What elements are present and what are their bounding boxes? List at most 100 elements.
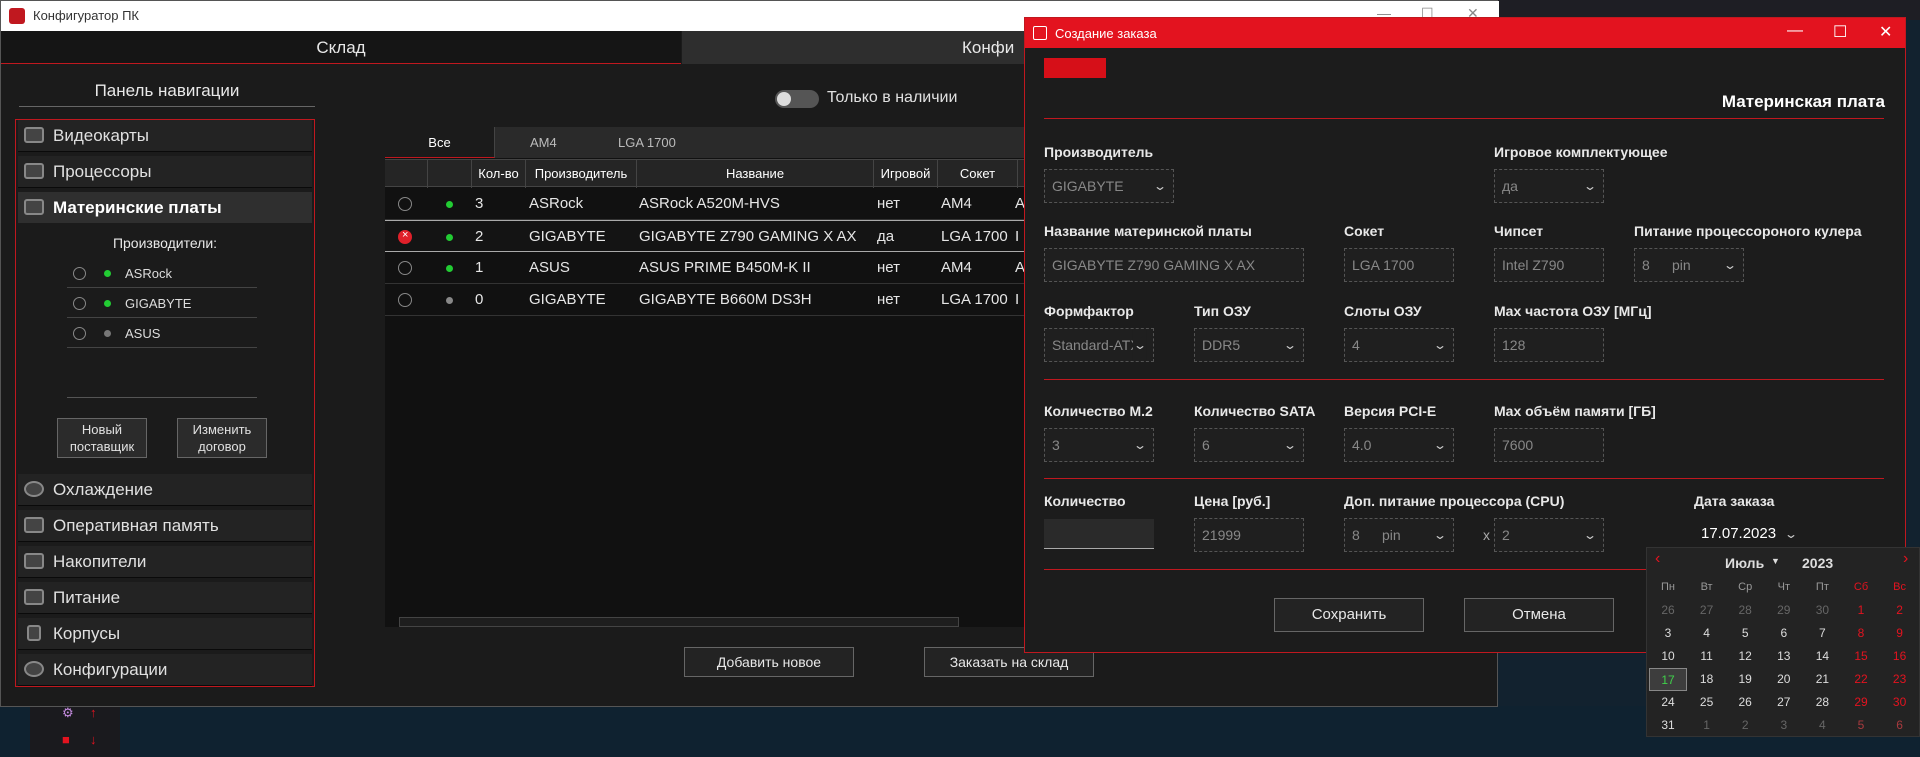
table-row[interactable]: 3 ASRock ASRock A520M-HVS нет AM4 A <box>385 188 1025 220</box>
tab-sklad[interactable]: Склад <box>1 31 681 64</box>
calendar-day[interactable]: 14 <box>1803 645 1841 668</box>
calendar-day[interactable]: 16 <box>1881 645 1919 668</box>
calendar-day[interactable]: 3 <box>1765 714 1803 737</box>
calendar-day[interactable]: 26 <box>1649 599 1687 622</box>
month-dropdown-icon[interactable]: ▼ <box>1771 556 1780 566</box>
radio-button[interactable] <box>73 297 86 310</box>
calendar-year[interactable]: 2023 <box>1802 555 1833 571</box>
calendar-day[interactable]: 9 <box>1881 622 1919 645</box>
calendar-day[interactable]: 23 <box>1881 668 1919 691</box>
calendar-day[interactable]: 15 <box>1842 645 1880 668</box>
prev-month-icon[interactable]: ‹ <box>1655 550 1660 568</box>
calendar-day[interactable]: 18 <box>1688 668 1726 691</box>
calendar-day[interactable]: 28 <box>1803 691 1841 714</box>
radio-button[interactable] <box>73 267 86 280</box>
nav-item-cooling[interactable]: Охлаждение <box>18 474 312 506</box>
form-factor-select[interactable]: Standard-ATX ⌄ <box>1044 328 1154 362</box>
calendar-day[interactable]: 13 <box>1765 645 1803 668</box>
chipset-field[interactable]: Intel Z790 <box>1494 248 1604 282</box>
filter-tab-lga1700[interactable]: LGA 1700 <box>618 127 676 158</box>
save-button[interactable]: Сохранить <box>1274 598 1424 632</box>
calendar-day[interactable]: 1 <box>1688 714 1726 737</box>
nav-item-power[interactable]: Питание <box>18 582 312 614</box>
calendar-day[interactable]: 6 <box>1765 622 1803 645</box>
cancel-button[interactable]: Отмена <box>1464 598 1614 632</box>
change-contract-button[interactable]: Изменить договор <box>177 418 267 458</box>
calendar-day[interactable]: 30 <box>1881 691 1919 714</box>
calendar-day[interactable]: 6 <box>1881 714 1919 737</box>
column-qty[interactable]: Кол-во <box>472 160 526 188</box>
board-name-field[interactable]: GIGABYTE Z790 GAMING X AX <box>1044 248 1304 282</box>
ram-slots-select[interactable]: 4 ⌄ <box>1344 328 1454 362</box>
cpu-power-select[interactable]: 8 pin ⌄ <box>1344 518 1454 552</box>
calendar-day[interactable]: 26 <box>1726 691 1764 714</box>
calendar-day[interactable]: 3 <box>1649 622 1687 645</box>
row-radio[interactable] <box>398 261 412 275</box>
calendar-month[interactable]: Июль <box>1725 555 1764 571</box>
calendar-day[interactable]: 1 <box>1842 599 1880 622</box>
manufacturer-row-gigabyte[interactable]: GIGABYTE <box>67 288 257 318</box>
calendar-day[interactable]: 10 <box>1649 645 1687 668</box>
calendar-day[interactable]: 30 <box>1803 599 1841 622</box>
manufacturer-row-asrock[interactable]: ASRock <box>67 258 257 288</box>
maximize-icon[interactable]: ☐ <box>1833 22 1847 42</box>
calendar-day[interactable]: 17 <box>1649 668 1687 691</box>
row-radio[interactable] <box>398 229 412 244</box>
arrow-up-icon[interactable]: ↑ <box>90 705 97 720</box>
calendar-day[interactable]: 11 <box>1688 645 1726 668</box>
row-radio[interactable] <box>398 293 412 307</box>
calendar-day[interactable]: 8 <box>1842 622 1880 645</box>
cooler-power-select[interactable]: 8 pin ⌄ <box>1634 248 1744 282</box>
manufacturer-select[interactable]: GIGABYTE ⌄ <box>1044 169 1174 203</box>
filter-tab-am4[interactable]: AM4 <box>530 127 557 158</box>
calendar-day[interactable]: 19 <box>1726 668 1764 691</box>
sata-count-select[interactable]: 6 ⌄ <box>1194 428 1304 462</box>
nav-item-motherboards[interactable]: Материнские платы <box>18 192 312 224</box>
calendar-day[interactable]: 7 <box>1803 622 1841 645</box>
calendar-day[interactable]: 2 <box>1881 599 1919 622</box>
nav-item-cpu[interactable]: Процессоры <box>18 156 312 188</box>
nav-item-configs[interactable]: Конфигурации <box>18 654 312 686</box>
price-field[interactable]: 21999 <box>1194 518 1304 552</box>
add-new-button[interactable]: Добавить новое <box>684 647 854 677</box>
row-radio[interactable] <box>398 197 412 211</box>
calendar-day[interactable]: 20 <box>1765 668 1803 691</box>
socket-field[interactable]: LGA 1700 <box>1344 248 1454 282</box>
calendar-day[interactable]: 27 <box>1765 691 1803 714</box>
table-row[interactable]: 0 GIGABYTE GIGABYTE B660M DS3H нет LGA 1… <box>385 284 1025 316</box>
radio-button[interactable] <box>73 327 86 340</box>
calendar-day[interactable]: 12 <box>1726 645 1764 668</box>
calendar-day[interactable]: 21 <box>1803 668 1841 691</box>
calendar-day[interactable]: 24 <box>1649 691 1687 714</box>
column-socket[interactable]: Сокет <box>938 160 1018 188</box>
arrow-down-icon[interactable]: ↓ <box>90 732 97 747</box>
pcie-version-select[interactable]: 4.0 ⌄ <box>1344 428 1454 462</box>
quantity-input[interactable] <box>1044 519 1154 549</box>
max-ram-freq-field[interactable]: 128 <box>1494 328 1604 362</box>
nav-item-cases[interactable]: Корпусы <box>18 618 312 650</box>
cpu-power-count-select[interactable]: 2 ⌄ <box>1494 518 1604 552</box>
max-memory-field[interactable]: 7600 <box>1494 428 1604 462</box>
manufacturer-row-asus[interactable]: ASUS <box>67 318 257 348</box>
nav-item-ram[interactable]: Оперативная память <box>18 510 312 542</box>
column-gaming[interactable]: Игровой <box>874 160 938 188</box>
m2-count-select[interactable]: 3 ⌄ <box>1044 428 1154 462</box>
nav-item-storage[interactable]: Накопители <box>18 546 312 578</box>
column-name[interactable]: Название <box>637 160 874 188</box>
column-maker[interactable]: Производитель <box>526 160 637 188</box>
filter-tab-all[interactable]: Все <box>385 127 495 158</box>
calendar-day[interactable]: 2 <box>1726 714 1764 737</box>
calendar-day[interactable]: 31 <box>1649 714 1687 737</box>
calendar-day[interactable]: 22 <box>1842 668 1880 691</box>
table-row-selected[interactable]: 2 GIGABYTE GIGABYTE Z790 GAMING X AX да … <box>385 220 1025 252</box>
gear-icon[interactable]: ⚙ <box>62 705 74 721</box>
calendar-day[interactable]: 4 <box>1688 622 1726 645</box>
calendar-day[interactable]: 27 <box>1688 599 1726 622</box>
ram-type-select[interactable]: DDR5 ⌄ <box>1194 328 1304 362</box>
new-supplier-button[interactable]: Новый поставщик <box>57 418 147 458</box>
calendar-day[interactable]: 29 <box>1765 599 1803 622</box>
table-row[interactable]: 1 ASUS ASUS PRIME B450M-K II нет AM4 A <box>385 252 1025 284</box>
in-stock-toggle[interactable] <box>775 90 819 108</box>
horizontal-scrollbar[interactable] <box>399 617 959 627</box>
minimize-icon[interactable]: — <box>1787 22 1803 40</box>
